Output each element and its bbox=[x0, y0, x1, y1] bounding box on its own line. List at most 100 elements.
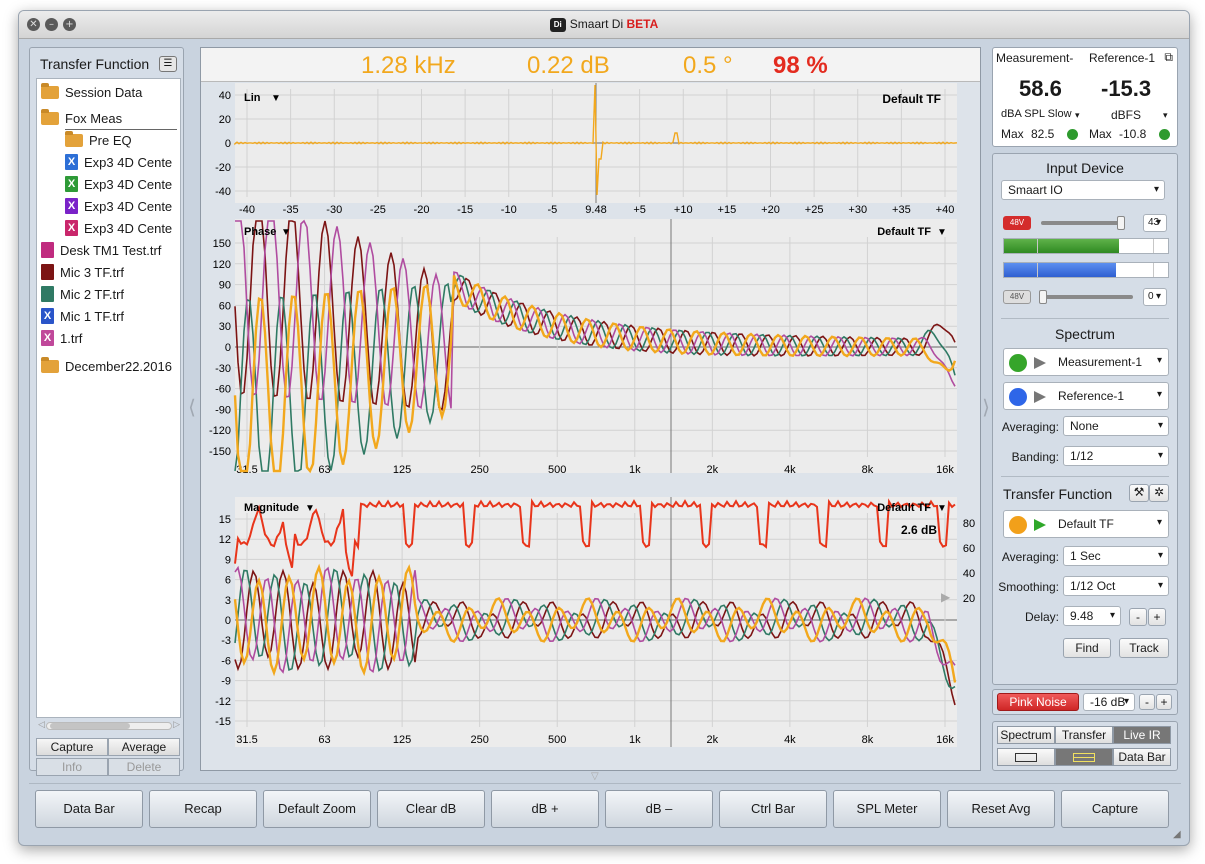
find-delay-button[interactable]: Find bbox=[1063, 638, 1111, 658]
folder-icon bbox=[41, 83, 59, 99]
info-button[interactable]: Info bbox=[36, 758, 108, 776]
toolbar-button-default-zoom[interactable]: Default Zoom bbox=[263, 790, 371, 828]
toolbar-button-data-bar[interactable]: Data Bar bbox=[35, 790, 143, 828]
magnitude-tag-dropdown-icon[interactable]: ▼ bbox=[937, 503, 947, 514]
file-icon bbox=[65, 198, 78, 214]
mode-transfer-button[interactable]: Transfer bbox=[1055, 726, 1113, 744]
meter1-source[interactable]: Measurement- bbox=[996, 51, 1073, 65]
data-bar-toggle[interactable]: Data Bar bbox=[1113, 748, 1171, 766]
readout-magnitude: 0.22 dB bbox=[527, 52, 610, 79]
spectrum-source-1[interactable]: Measurement-1 bbox=[1003, 348, 1169, 376]
pink-noise-button[interactable]: Pink Noise bbox=[997, 693, 1079, 711]
y-tick-label: 120 bbox=[213, 259, 231, 271]
spectrum-averaging-select[interactable]: None bbox=[1063, 416, 1169, 436]
phantom-power-toggle-1[interactable]: 48V bbox=[1003, 216, 1031, 230]
x-tick-label: -40 bbox=[239, 204, 255, 216]
tree-file[interactable]: Exp3 4D Cente bbox=[65, 219, 172, 239]
popout-icon[interactable]: ⧉ bbox=[1164, 50, 1173, 65]
play-icon[interactable] bbox=[1034, 519, 1046, 531]
toolbar-button-ctrl-bar[interactable]: Ctrl Bar bbox=[719, 790, 827, 828]
tree-folder[interactable]: Fox Meas bbox=[41, 109, 122, 129]
meter2-unit-dropdown-icon[interactable]: ▾ bbox=[1163, 110, 1168, 121]
tree-file[interactable]: Desk TM1 Test.trf bbox=[41, 241, 161, 261]
toolbar-button-recap[interactable]: Recap bbox=[149, 790, 257, 828]
ir-scale-dropdown-icon[interactable]: ▼ bbox=[271, 93, 281, 104]
toolbar-button-reset-avg[interactable]: Reset Avg bbox=[947, 790, 1055, 828]
phase-dropdown-icon[interactable]: ▼ bbox=[281, 227, 291, 238]
toolbar-button-db[interactable]: dB – bbox=[605, 790, 713, 828]
tree-file[interactable]: 1.trf bbox=[41, 329, 82, 349]
toolbar-button-db[interactable]: dB + bbox=[491, 790, 599, 828]
meter1-unit-dropdown-icon[interactable]: ▾ bbox=[1075, 110, 1080, 121]
toolbar-button-clear-db[interactable]: Clear dB bbox=[377, 790, 485, 828]
tree-file[interactable]: Mic 2 TF.trf bbox=[41, 285, 124, 305]
tree-file[interactable]: Mic 3 TF.trf bbox=[41, 263, 124, 283]
meter2-unit[interactable]: dBFS bbox=[1111, 108, 1141, 122]
layout-split-icon[interactable] bbox=[1055, 748, 1113, 766]
gain-slider-1-knob[interactable] bbox=[1117, 216, 1125, 230]
capture-trace-button[interactable]: Capture bbox=[36, 738, 108, 756]
play-icon[interactable] bbox=[1034, 357, 1046, 369]
gain-2-value[interactable]: 0 bbox=[1143, 288, 1167, 306]
toolbar-collapse-icon[interactable]: ▽ bbox=[591, 771, 599, 782]
x-tick-label: -10 bbox=[501, 204, 517, 216]
tf-averaging-select[interactable]: 1 Sec bbox=[1063, 546, 1169, 566]
phase-tag-dropdown-icon[interactable]: ▼ bbox=[937, 227, 947, 238]
delay-minus-button[interactable]: - bbox=[1129, 608, 1147, 626]
coherence-marker-icon[interactable]: ▶ bbox=[941, 590, 951, 604]
mode-live-ir-button[interactable]: Live IR bbox=[1113, 726, 1171, 744]
gain-1-value[interactable]: 43 bbox=[1143, 214, 1167, 232]
x-tick-label: 4k bbox=[784, 464, 796, 476]
delete-button[interactable]: Delete bbox=[108, 758, 180, 776]
play-icon[interactable] bbox=[1034, 391, 1046, 403]
magnitude-plot[interactable]: 15129630-3-6-9-12-15 80604020 31.5 63 125 2… bbox=[201, 497, 980, 771]
folder-icon bbox=[41, 357, 59, 373]
meter2-source[interactable]: Reference-1 bbox=[1089, 51, 1155, 65]
tree-hscrollbar[interactable]: ◁ ▷ bbox=[38, 719, 180, 732]
ir-scale-label[interactable]: Lin bbox=[244, 92, 261, 104]
tree-folder[interactable]: Pre EQ bbox=[65, 131, 132, 151]
orange-dot-icon bbox=[1009, 516, 1027, 534]
collapse-right-icon[interactable]: ⟩ bbox=[981, 391, 991, 425]
tree-file[interactable]: Exp3 4D Cente bbox=[65, 175, 172, 195]
resize-grip-icon[interactable]: ◢ bbox=[1173, 829, 1185, 841]
phase-plot[interactable]: 1501209060300-30-60-90-120-150 31.5 63 125… bbox=[201, 219, 980, 497]
average-traces-button[interactable]: Average bbox=[108, 738, 180, 756]
gain-slider-2-track[interactable] bbox=[1041, 295, 1133, 299]
tree-folder[interactable]: December22.2016 bbox=[41, 357, 172, 377]
tf-source-select[interactable]: Default TF bbox=[1003, 510, 1169, 538]
track-delay-button[interactable]: Track bbox=[1119, 638, 1169, 658]
coherence-tick-label: 20 bbox=[963, 593, 975, 605]
banding-select[interactable]: 1/12 bbox=[1063, 446, 1169, 466]
toolbar-button-capture[interactable]: Capture bbox=[1061, 790, 1169, 828]
input-device-select[interactable]: Smaart IO bbox=[1001, 180, 1165, 200]
gain-slider-1-track[interactable] bbox=[1041, 221, 1125, 225]
impulse-response-plot[interactable]: 40 20 0 -20 -40 -40 -35 -30 -25 -20 -15 -10 -5 9.48 +… bbox=[201, 83, 980, 219]
smoothing-select[interactable]: 1/12 Oct bbox=[1063, 576, 1169, 596]
magnitude-dropdown-icon[interactable]: ▼ bbox=[305, 503, 315, 514]
phase-plot-label[interactable]: Phase bbox=[244, 226, 276, 238]
panel-menu-icon[interactable]: ☰ bbox=[159, 56, 177, 72]
phantom-power-toggle-2[interactable]: 48V bbox=[1003, 290, 1031, 304]
generator-plus-button[interactable]: + bbox=[1156, 694, 1172, 710]
delay-input[interactable]: 9.48 bbox=[1063, 606, 1121, 626]
gain-slider-2-knob[interactable] bbox=[1039, 290, 1047, 304]
mode-spectrum-button[interactable]: Spectrum bbox=[997, 726, 1055, 744]
generator-minus-button[interactable]: - bbox=[1139, 694, 1155, 710]
tree-file[interactable]: Mic 1 TF.trf bbox=[41, 307, 124, 327]
layout-single-icon[interactable] bbox=[997, 748, 1055, 766]
tree-folder[interactable]: Session Data bbox=[41, 83, 142, 103]
tree-file[interactable]: Exp3 4D Cente bbox=[65, 197, 172, 217]
tree-file[interactable]: Exp3 4D Cente bbox=[65, 153, 172, 173]
tools-icon[interactable]: ⚒ bbox=[1129, 484, 1149, 502]
delay-plus-button[interactable]: + bbox=[1148, 608, 1166, 626]
magnitude-plot-label[interactable]: Magnitude bbox=[244, 502, 299, 514]
spectrum-source-2[interactable]: Reference-1 bbox=[1003, 382, 1169, 410]
toolbar-button-spl-meter[interactable]: SPL Meter bbox=[833, 790, 941, 828]
meter1-unit[interactable]: dBA SPL Slow bbox=[1001, 108, 1072, 120]
y-tick-label: -40 bbox=[215, 186, 231, 198]
x-tick-label: 31.5 bbox=[236, 734, 257, 746]
generator-level[interactable]: -16 dB bbox=[1083, 693, 1135, 711]
collapse-left-icon[interactable]: ⟨ bbox=[187, 391, 197, 425]
settings-icon[interactable]: ✲ bbox=[1149, 484, 1169, 502]
